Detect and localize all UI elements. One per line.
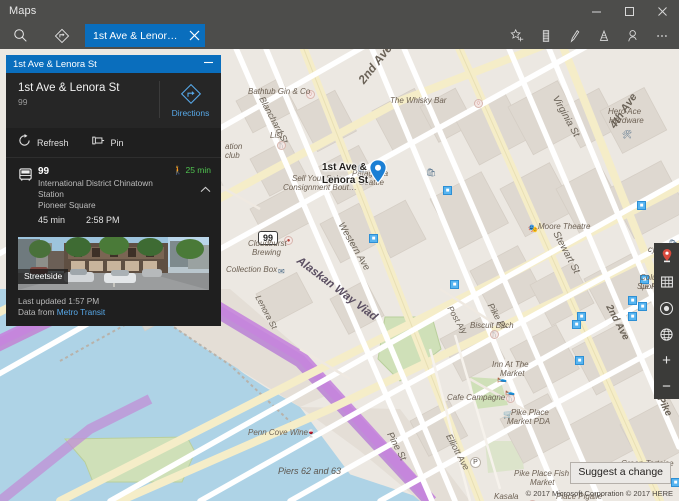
map-controls-rail: + − (654, 243, 679, 399)
transit-stop-icon[interactable]: ■ (671, 478, 679, 487)
pin-button[interactable]: Pin (91, 134, 124, 152)
selected-place-pin-icon[interactable] (369, 159, 387, 184)
refresh-icon (18, 134, 31, 152)
refresh-label: Refresh (37, 138, 69, 148)
streetside-preview-wrapper: Streetside (6, 233, 221, 290)
highway-shield-99: 99 (258, 231, 278, 245)
transit-stop-icon[interactable]: ■ (369, 234, 378, 243)
walk-icon: 🚶 (173, 165, 184, 175)
maps-app-window: Maps (0, 0, 679, 501)
favorites-icon[interactable] (502, 22, 531, 49)
app-title: Maps (0, 5, 36, 17)
route-destination-line1: International District Chinatown Station (38, 178, 161, 200)
data-source-line: Data from Metro Transit (18, 307, 209, 318)
search-input[interactable]: 1st Ave & Lenora St (85, 30, 183, 42)
place-card-header: 1st Ave & Lenora St (6, 55, 221, 73)
maximize-button[interactable] (613, 0, 646, 22)
transit-stop-icon[interactable]: ■ (637, 201, 646, 210)
place-title: 1st Ave & Lenora St (18, 81, 159, 96)
ink-icon[interactable] (560, 22, 589, 49)
directions-icon[interactable] (41, 22, 82, 49)
transit-route-eta-group: 🚶 25 min (161, 165, 211, 225)
transit-stop-icon[interactable]: ■ (640, 275, 649, 284)
hotel-poi-icon[interactable]: 🛌 (497, 374, 507, 383)
refresh-button[interactable]: Refresh (18, 134, 69, 152)
parking-poi-icon[interactable]: P (470, 457, 481, 468)
clear-search-icon[interactable] (183, 30, 205, 41)
route-destination-line2: Pioneer Square (38, 200, 161, 211)
route-eta-text: 25 min (185, 165, 211, 175)
transit-route-row[interactable]: 99 International District Chinatown Stat… (6, 158, 221, 233)
data-source-link[interactable]: Metro Transit (57, 307, 105, 317)
my-location-icon[interactable] (654, 295, 679, 321)
toolbar-right-group (502, 22, 676, 49)
selected-place-label-line2: Lenora St (322, 175, 368, 187)
route-number: 99 (38, 165, 161, 178)
bar-poi-icon[interactable]: ♢ (474, 99, 483, 108)
app-toolbar: 1st Ave & Lenora St (0, 22, 679, 49)
place-card-panel: 1st Ave & Lenora St 1st Ave & Lenora St … (6, 55, 221, 326)
streetside-preview[interactable]: Streetside (18, 237, 209, 290)
place-subtitle: 99 (18, 97, 159, 107)
transit-stop-icon[interactable]: ■ (443, 186, 452, 195)
route-eta: 🚶 25 min (161, 165, 211, 176)
traffic-icon[interactable] (654, 269, 679, 295)
collapse-card-button[interactable] (203, 57, 214, 71)
route-times: 45 min 2:58 PM (38, 215, 161, 225)
suggest-a-change-button[interactable]: Suggest a change (570, 462, 671, 484)
transit-route-details: 99 International District Chinatown Stat… (38, 165, 161, 225)
bus-icon (18, 165, 38, 225)
mailbox-poi-icon[interactable]: ✉ (278, 267, 285, 276)
hardware-poi-icon[interactable]: 🛠 (622, 130, 632, 139)
restaurant-poi-icon[interactable]: 🍴 (277, 141, 286, 150)
window-controls (580, 0, 679, 22)
transit-stop-icon[interactable]: ■ (628, 312, 637, 321)
place-summary-text: 1st Ave & Lenora St 99 (6, 81, 159, 118)
pin-icon (91, 134, 105, 152)
account-icon[interactable] (618, 22, 647, 49)
more-icon[interactable] (647, 22, 676, 49)
directions-icon (180, 83, 202, 105)
transit-stop-icon[interactable]: ■ (575, 356, 584, 365)
brewery-poi-icon[interactable]: ● (284, 236, 293, 245)
transit-stop-icon[interactable]: ■ (577, 312, 586, 321)
search-icon[interactable] (0, 22, 41, 49)
measure-icon[interactable] (589, 22, 618, 49)
directions-label: Directions (172, 108, 210, 118)
close-button[interactable] (646, 0, 679, 22)
3d-cities-icon[interactable] (531, 22, 560, 49)
pin-label: Pin (111, 138, 124, 148)
place-card-actions: Refresh Pin (6, 128, 221, 158)
data-from-prefix: Data from (18, 307, 54, 317)
title-bar: Maps (0, 0, 679, 22)
route-departure-time: 2:58 PM (86, 215, 120, 225)
hotel-poi-icon[interactable]: 🛌 (505, 387, 515, 396)
market-poi-icon[interactable]: 🛒 (503, 410, 513, 419)
transit-stop-icon[interactable]: ■ (450, 280, 459, 289)
minimize-button[interactable] (580, 0, 613, 22)
shop-poi-icon[interactable]: 🛍 (426, 168, 436, 177)
place-card-header-title: 1st Ave & Lenora St (13, 59, 203, 70)
map-views-icon[interactable] (654, 321, 679, 347)
zoom-out-icon[interactable]: − (654, 373, 679, 399)
theatre-poi-icon[interactable]: 🎭 (528, 224, 538, 233)
zoom-in-icon[interactable]: + (654, 347, 679, 373)
place-card-summary: 1st Ave & Lenora St 99 Directions (6, 73, 221, 128)
restaurant-poi-icon[interactable]: ♢ (306, 90, 315, 99)
search-box[interactable]: 1st Ave & Lenora St (85, 24, 205, 47)
restaurant-poi-icon[interactable]: 🍴 (490, 330, 499, 339)
toolbar-left-group (0, 22, 82, 49)
route-duration: 45 min (38, 215, 86, 225)
selected-place-label-line1: 1st Ave & (322, 162, 367, 174)
map-attribution: © 2017 Microsoft Corporation © 2017 HERE (526, 489, 673, 498)
transit-stop-icon[interactable]: ■ (572, 320, 581, 329)
map-pin-icon[interactable] (654, 243, 679, 269)
last-updated-text: Last updated 1:57 PM (18, 296, 209, 307)
streetside-label: Streetside (18, 269, 68, 284)
wine-poi-icon[interactable]: 🍷 (306, 429, 316, 438)
place-card-footer: Last updated 1:57 PM Data from Metro Tra… (6, 290, 221, 326)
transit-stop-icon[interactable]: ■ (628, 296, 637, 305)
directions-button[interactable]: Directions (159, 81, 221, 118)
transit-stop-icon[interactable]: ■ (638, 302, 647, 311)
